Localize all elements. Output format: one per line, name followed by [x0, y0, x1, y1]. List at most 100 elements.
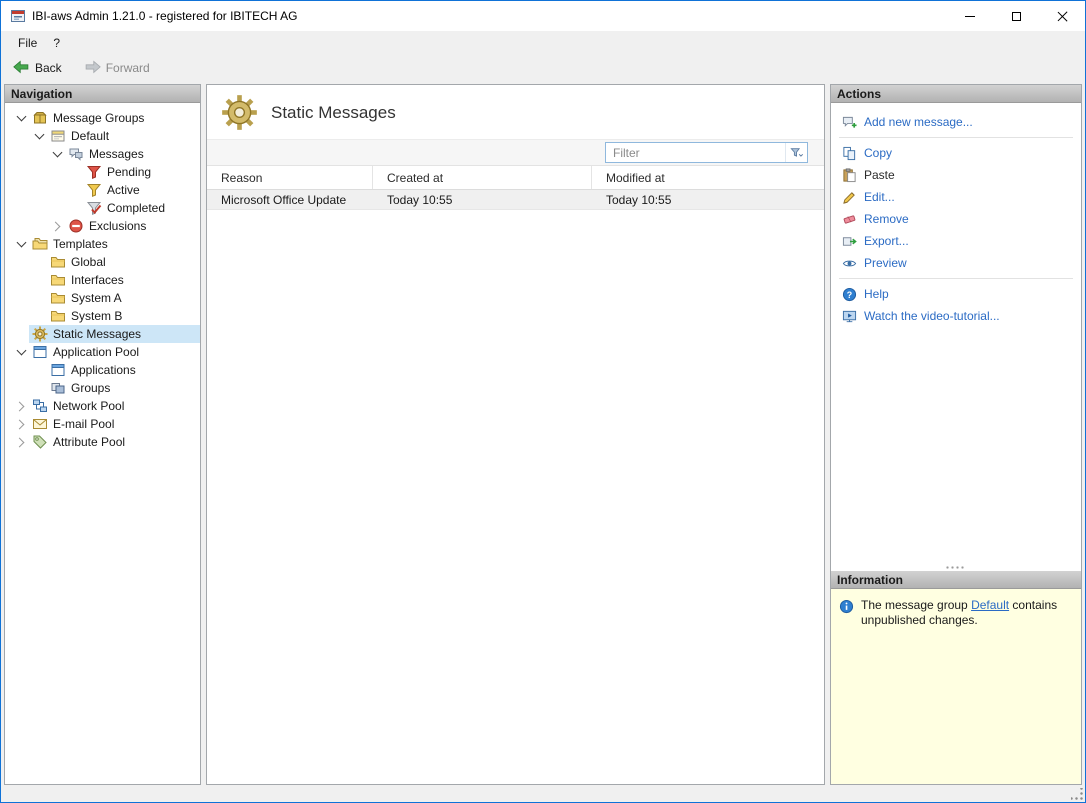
nav-item-label: Network Pool	[53, 399, 124, 413]
action-help[interactable]: ? Help	[831, 283, 1081, 305]
svg-text:?: ?	[847, 289, 852, 299]
table-empty-area	[207, 210, 824, 784]
nav-item-network-pool[interactable]: Network Pool	[5, 397, 200, 415]
groups-icon	[50, 380, 66, 396]
info-text-before: The message group	[861, 598, 971, 612]
chevron-down-icon[interactable]	[13, 344, 29, 360]
information-panel: The message group Default contains unpub…	[831, 589, 1081, 784]
nav-item-groups[interactable]: Groups	[5, 379, 200, 397]
action-preview[interactable]: Preview	[831, 252, 1081, 274]
menu-bar: File ?	[1, 31, 1085, 54]
action-remove[interactable]: Remove	[831, 208, 1081, 230]
folder-icon	[50, 290, 66, 306]
action-add-new-message[interactable]: Add new message...	[831, 111, 1081, 133]
information-header: Information	[831, 571, 1081, 589]
back-button[interactable]: Back	[9, 56, 66, 80]
chevron-down-icon[interactable]	[49, 146, 65, 162]
nav-item-label: Applications	[71, 363, 136, 377]
help-icon: ?	[842, 287, 857, 302]
content-header: Static Messages	[207, 85, 824, 139]
filter-funnel-icon[interactable]	[785, 143, 807, 162]
chevron-right-icon[interactable]	[49, 218, 65, 234]
cell-created-at: Today 10:55	[373, 190, 592, 209]
info-icon	[839, 599, 854, 614]
action-copy[interactable]: Copy	[831, 142, 1081, 164]
action-label: Paste	[864, 168, 895, 182]
filter-toolbar	[207, 139, 824, 166]
nav-item-active[interactable]: Active	[5, 181, 200, 199]
chevron-right-icon[interactable]	[13, 434, 29, 450]
information-text: The message group Default contains unpub…	[861, 598, 1073, 628]
column-header-modified-at[interactable]: Modified at	[592, 166, 824, 189]
minimize-button[interactable]	[947, 1, 993, 31]
action-edit[interactable]: Edit...	[831, 186, 1081, 208]
cell-reason: Microsoft Office Update	[207, 190, 373, 209]
nav-item-default[interactable]: Default	[5, 127, 200, 145]
menu-help[interactable]: ?	[45, 33, 68, 53]
email-icon	[32, 416, 48, 432]
copy-icon	[842, 146, 857, 161]
chevron-right-icon[interactable]	[13, 398, 29, 414]
nav-item-application-pool[interactable]: Application Pool	[5, 343, 200, 361]
nav-item-static-messages[interactable]: Static Messages	[5, 325, 200, 343]
chevron-down-icon[interactable]	[13, 110, 29, 126]
column-header-created-at[interactable]: Created at	[373, 166, 592, 189]
maximize-icon	[1012, 12, 1021, 21]
close-button[interactable]	[1039, 1, 1085, 31]
actions-info-splitter[interactable]	[831, 563, 1081, 571]
action-label: Watch the video-tutorial...	[864, 309, 1000, 323]
nav-item-exclusions[interactable]: Exclusions	[5, 217, 200, 235]
attribute-icon	[32, 434, 48, 450]
chevron-right-icon[interactable]	[13, 416, 29, 432]
action-label: Remove	[864, 212, 909, 226]
nav-toolbar: Back Forward	[1, 54, 1085, 82]
nav-item-system-a[interactable]: System A	[5, 289, 200, 307]
action-label: Copy	[864, 146, 892, 160]
content-panel: Static Messages Reason Created at Modifi…	[206, 84, 825, 785]
column-header-reason[interactable]: Reason	[207, 166, 373, 189]
nav-item-templates[interactable]: Templates	[5, 235, 200, 253]
nav-item-interfaces[interactable]: Interfaces	[5, 271, 200, 289]
application-icon	[32, 344, 48, 360]
nav-item-completed[interactable]: Completed	[5, 199, 200, 217]
navigation-tree: Message Groups Default Messages Pending	[5, 103, 200, 784]
nav-item-attribute-pool[interactable]: Attribute Pool	[5, 433, 200, 451]
nav-item-label: Application Pool	[53, 345, 139, 359]
messages-icon	[68, 146, 84, 162]
folder-icon	[50, 308, 66, 324]
nav-item-messages[interactable]: Messages	[5, 145, 200, 163]
nav-item-label: Groups	[71, 381, 110, 395]
chevron-down-icon[interactable]	[31, 128, 47, 144]
table-row[interactable]: Microsoft Office Update Today 10:55 Toda…	[207, 190, 824, 210]
nav-item-pending[interactable]: Pending	[5, 163, 200, 181]
network-icon	[32, 398, 48, 414]
nav-item-system-b[interactable]: System B	[5, 307, 200, 325]
nav-item-label: System B	[71, 309, 122, 323]
nav-item-global[interactable]: Global	[5, 253, 200, 271]
table-header: Reason Created at Modified at	[207, 166, 824, 190]
resize-grip[interactable]	[1071, 788, 1084, 801]
window-title: IBI-aws Admin 1.21.0 - registered for IB…	[32, 9, 297, 23]
nav-item-message-groups[interactable]: Message Groups	[5, 109, 200, 127]
nav-item-email-pool[interactable]: E-mail Pool	[5, 415, 200, 433]
message-groups-icon	[32, 110, 48, 126]
forward-arrow-icon	[84, 58, 101, 78]
action-watch-video-tutorial[interactable]: Watch the video-tutorial...	[831, 305, 1081, 327]
nav-item-label: Global	[71, 255, 106, 269]
menu-file[interactable]: File	[10, 33, 45, 53]
default-group-link[interactable]: Default	[971, 598, 1009, 612]
chevron-down-icon[interactable]	[13, 236, 29, 252]
cell-modified-at: Today 10:55	[592, 190, 824, 209]
maximize-button[interactable]	[993, 1, 1039, 31]
filter-input[interactable]	[606, 146, 785, 160]
separator	[839, 137, 1073, 138]
exclusions-icon	[68, 218, 84, 234]
action-label: Preview	[864, 256, 907, 270]
forward-button[interactable]: Forward	[80, 56, 154, 80]
action-export[interactable]: Export...	[831, 230, 1081, 252]
nav-item-applications[interactable]: Applications	[5, 361, 200, 379]
action-paste[interactable]: Paste	[831, 164, 1081, 186]
nav-item-label: Active	[107, 183, 140, 197]
gear-icon	[32, 326, 48, 342]
navigation-header: Navigation	[5, 85, 200, 103]
